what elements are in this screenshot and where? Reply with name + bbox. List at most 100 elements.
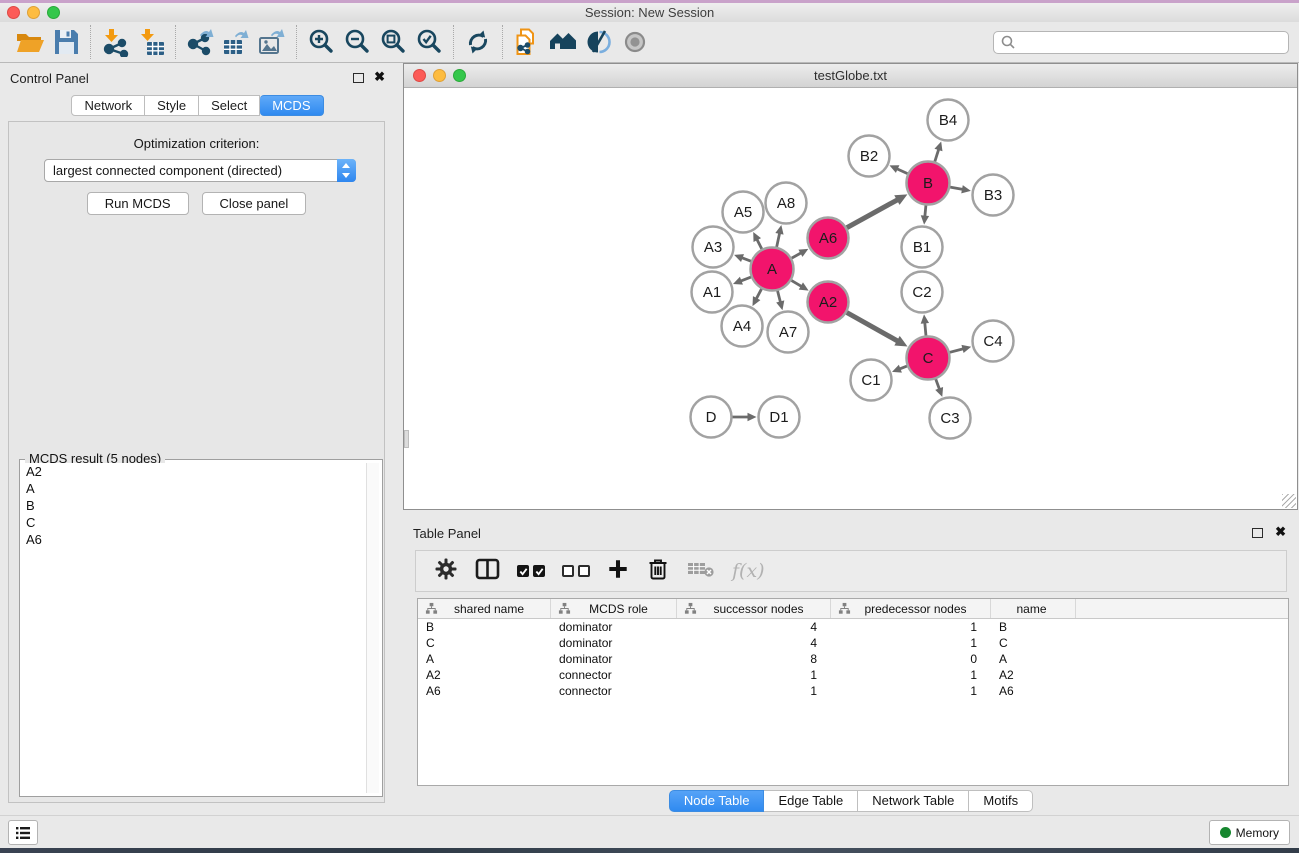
cell-shared-name[interactable]: A2 (418, 667, 551, 683)
cell-predecessor-nodes[interactable]: 1 (831, 635, 991, 651)
result-item-a[interactable]: A (23, 480, 366, 497)
float-table-panel-icon[interactable] (1252, 528, 1263, 538)
graph-node-c[interactable]: C (907, 337, 950, 380)
cell-successor-nodes[interactable]: 1 (677, 667, 831, 683)
tab-select[interactable]: Select (199, 95, 260, 116)
table-row-a6[interactable]: A6connector11A6 (418, 683, 1288, 699)
graph-node-a6[interactable]: A6 (808, 218, 849, 259)
column-header-successor-nodes[interactable]: successor nodes (677, 599, 831, 618)
zoom-selected-button[interactable] (411, 25, 447, 59)
graph-node-d[interactable]: D (691, 397, 732, 438)
cell-mcds-role[interactable]: dominator (551, 619, 677, 635)
zoom-fit-button[interactable] (375, 25, 411, 59)
cell-mcds-role[interactable]: connector (551, 683, 677, 699)
table-row-b[interactable]: Bdominator41B (418, 619, 1288, 635)
graph-node-c2[interactable]: C2 (902, 272, 943, 313)
graph-node-a7[interactable]: A7 (768, 312, 809, 353)
column-header-shared-name[interactable]: shared name (418, 599, 551, 618)
export-image-button[interactable] (254, 25, 290, 59)
graph-node-b3[interactable]: B3 (973, 175, 1014, 216)
cell-mcds-role[interactable]: dominator (551, 651, 677, 667)
graph-edge-b-b3[interactable] (950, 185, 971, 193)
graph-edge-a-a3[interactable] (734, 254, 751, 262)
cell-predecessor-nodes[interactable]: 1 (831, 667, 991, 683)
network-canvas[interactable]: B4B2BB3A8A5A6B1A3AC2A1A2A4A7C4CC1C3DD1 (404, 88, 1297, 509)
graph-edge-a-a7[interactable] (776, 291, 784, 310)
graph-node-a1[interactable]: A1 (692, 272, 733, 313)
close-panel-icon[interactable]: ✖ (374, 69, 385, 85)
graph-edge-a-a2[interactable] (791, 280, 808, 290)
graph-edge-a-a8[interactable] (775, 225, 783, 247)
graph-node-b2[interactable]: B2 (849, 136, 890, 177)
home-button[interactable] (545, 25, 581, 59)
graph-node-a8[interactable]: A8 (766, 183, 807, 224)
graph-node-c3[interactable]: C3 (930, 398, 971, 439)
tab-edge-table[interactable]: Edge Table (764, 790, 858, 812)
task-history-button[interactable] (8, 820, 38, 845)
graph-edge-a-a6[interactable] (792, 249, 809, 258)
graph-edge-c-c1[interactable] (892, 365, 907, 373)
table-row-c[interactable]: Cdominator41C (418, 635, 1288, 651)
memory-button[interactable]: Memory (1209, 820, 1290, 845)
graph-edge-c-c4[interactable] (950, 345, 971, 353)
table-row-a2[interactable]: A2connector11A2 (418, 667, 1288, 683)
cell-shared-name[interactable]: A6 (418, 683, 551, 699)
graph-edge-b-b4[interactable] (934, 141, 942, 161)
cell-successor-nodes[interactable]: 4 (677, 619, 831, 635)
delete-table-button[interactable] (687, 559, 715, 584)
tab-style[interactable]: Style (145, 95, 199, 116)
result-scrollbar[interactable] (366, 463, 379, 793)
graph-edge-a-a4[interactable] (752, 289, 761, 306)
select-all-columns-button[interactable] (517, 565, 545, 577)
tab-network-table[interactable]: Network Table (858, 790, 969, 812)
deselect-all-columns-button[interactable] (562, 565, 590, 577)
cell-predecessor-nodes[interactable]: 0 (831, 651, 991, 667)
graph-node-a4[interactable]: A4 (722, 306, 763, 347)
create-column-button[interactable] (607, 558, 629, 585)
cell-name[interactable]: B (991, 619, 1076, 635)
tab-node-table[interactable]: Node Table (669, 790, 765, 812)
tab-motifs[interactable]: Motifs (969, 790, 1033, 812)
cell-successor-nodes[interactable]: 1 (677, 683, 831, 699)
column-header-predecessor-nodes[interactable]: predecessor nodes (831, 599, 991, 618)
graph-edge-d-d1[interactable] (733, 413, 757, 421)
function-builder-button[interactable]: f(x) (732, 560, 765, 582)
graph-edge-b-b2[interactable] (889, 165, 907, 173)
cell-name[interactable]: A2 (991, 667, 1076, 683)
graph-edge-a6-b[interactable] (847, 194, 908, 227)
show-column-button[interactable] (475, 557, 500, 586)
export-table-button[interactable] (218, 25, 254, 59)
graph-node-b1[interactable]: B1 (902, 227, 943, 268)
tab-mcds[interactable]: MCDS (260, 95, 323, 116)
refresh-button[interactable] (460, 25, 496, 59)
cell-predecessor-nodes[interactable]: 1 (831, 619, 991, 635)
graph-node-a5[interactable]: A5 (723, 192, 764, 233)
cell-successor-nodes[interactable]: 8 (677, 651, 831, 667)
graph-node-b4[interactable]: B4 (928, 100, 969, 141)
clone-network-button[interactable] (509, 25, 545, 59)
run-mcds-button[interactable]: Run MCDS (87, 192, 189, 215)
table-settings-button[interactable] (434, 557, 458, 586)
zoom-out-button[interactable] (339, 25, 375, 59)
graph-node-a3[interactable]: A3 (693, 227, 734, 268)
zoom-in-button[interactable] (303, 25, 339, 59)
cell-name[interactable]: A (991, 651, 1076, 667)
export-network-button[interactable] (182, 25, 218, 59)
column-header-mcds-role[interactable]: MCDS role (551, 599, 677, 618)
cell-mcds-role[interactable]: connector (551, 667, 677, 683)
vertical-scroll-grip[interactable] (404, 430, 409, 448)
cell-shared-name[interactable]: C (418, 635, 551, 651)
toggle-graphics-button[interactable] (581, 25, 617, 59)
graph-edge-a-a1[interactable] (733, 277, 751, 285)
cell-name[interactable]: C (991, 635, 1076, 651)
cell-mcds-role[interactable]: dominator (551, 635, 677, 651)
cell-name[interactable]: A6 (991, 683, 1076, 699)
column-header-name[interactable]: name (991, 599, 1076, 618)
table-row-a[interactable]: Adominator80A (418, 651, 1288, 667)
cell-shared-name[interactable]: B (418, 619, 551, 635)
tab-network[interactable]: Network (71, 95, 145, 116)
save-session-button[interactable] (48, 25, 84, 59)
graph-edge-a2-c[interactable] (847, 313, 908, 347)
graph-edge-c-c2[interactable] (921, 314, 929, 335)
graph-node-a2[interactable]: A2 (808, 282, 849, 323)
